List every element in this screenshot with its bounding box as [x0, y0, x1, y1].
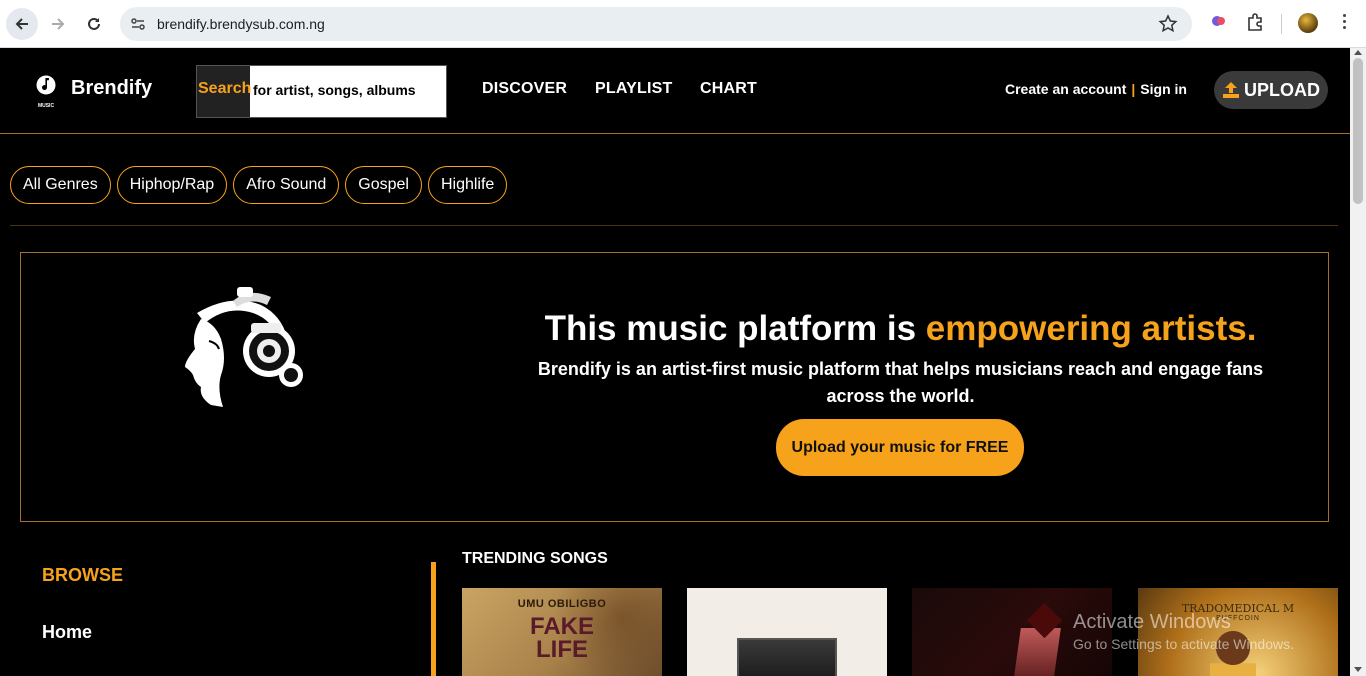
upload-button[interactable]: UPLOAD — [1214, 71, 1328, 109]
song-cover-photo — [737, 638, 837, 676]
profile-avatar[interactable] — [1298, 13, 1318, 33]
arrow-right-icon — [52, 18, 65, 30]
brand-name[interactable]: Brendify — [71, 77, 152, 100]
song-card[interactable] — [687, 588, 887, 676]
watermark-line2: Go to Settings to activate Windows. — [1073, 636, 1294, 652]
search-label: Search — [197, 66, 251, 117]
create-account-link[interactable]: Create an account — [1005, 81, 1126, 97]
windows-activation-watermark: Activate Windows Go to Settings to activ… — [1073, 611, 1294, 652]
scrollbar-thumb[interactable] — [1353, 58, 1363, 204]
genre-gospel[interactable]: Gospel — [345, 166, 422, 204]
site-header: MUSIC Brendify Search DISCOVER PLAYLIST … — [0, 48, 1350, 134]
hero-title-start: This music platform is — [544, 309, 926, 348]
hero-title-highlight: empowering artists. — [925, 309, 1257, 348]
genre-highlife[interactable]: Highlife — [427, 166, 508, 204]
menu-icon[interactable] — [1339, 14, 1349, 34]
back-button[interactable] — [6, 8, 38, 40]
site-settings-icon[interactable] — [129, 15, 147, 33]
search-input[interactable] — [253, 82, 443, 98]
logo-caption: MUSIC — [37, 103, 55, 109]
song-title-line1: FAKE — [529, 613, 594, 640]
logo-icon[interactable]: MUSIC — [36, 74, 56, 109]
upload-label: UPLOAD — [1244, 79, 1320, 100]
forward-button[interactable] — [42, 8, 74, 40]
extension-icon[interactable] — [1210, 12, 1228, 30]
url-text: brendify.brendysub.com.ng — [157, 16, 325, 32]
reload-icon — [88, 17, 100, 30]
puzzle-icon[interactable] — [1245, 12, 1265, 32]
browse-heading: BROWSE — [42, 565, 123, 585]
bookmark-star-icon[interactable] — [1158, 14, 1178, 34]
page-scrollbar[interactable] — [1350, 48, 1366, 676]
arrow-left-icon — [15, 18, 28, 30]
nav-chart[interactable]: CHART — [700, 80, 757, 98]
nav-playlist[interactable]: PLAYLIST — [595, 80, 672, 98]
browser-toolbar: brendify.brendysub.com.ng — [0, 0, 1366, 48]
sidebar-item-home[interactable]: Home — [42, 622, 92, 643]
reload-button[interactable] — [78, 8, 110, 40]
upload-free-button[interactable]: Upload your music for FREE — [776, 419, 1024, 476]
trending-heading: TRENDING SONGS — [462, 550, 608, 567]
song-card[interactable]: UMU OBILIGBO FAKE LIFE — [462, 588, 662, 676]
scroll-down-arrow[interactable] — [1354, 667, 1362, 672]
hero-description: Brendify is an artist-first music platfo… — [537, 359, 1264, 406]
account-separator: | — [1131, 81, 1136, 97]
toolbar-divider — [1281, 14, 1282, 34]
section-divider — [10, 225, 1338, 226]
hero-title: This music platform is empowering artist… — [471, 309, 1330, 349]
address-bar[interactable]: brendify.brendysub.com.ng — [120, 7, 1192, 41]
genre-afro-sound[interactable]: Afro Sound — [233, 166, 340, 204]
watermark-line1: Activate Windows — [1073, 611, 1231, 633]
sign-in-link[interactable]: Sign in — [1140, 81, 1187, 97]
genre-all[interactable]: All Genres — [10, 166, 111, 204]
song-cover-art — [1013, 628, 1061, 676]
genre-hiphop[interactable]: Hiphop/Rap — [116, 166, 228, 204]
genre-filter: All Genres Hiphop/Rap Afro Sound Gospel … — [10, 166, 508, 204]
nav-discover[interactable]: DISCOVER — [482, 80, 567, 98]
account-links: Create an account | Sign in — [1005, 81, 1187, 97]
song-title-line2: LIFE — [536, 636, 588, 663]
search-box: Search — [196, 65, 447, 118]
scroll-up-arrow[interactable] — [1354, 50, 1362, 55]
hero-banner: This music platform is empowering artist… — [20, 252, 1329, 522]
accent-bar — [431, 562, 436, 676]
upload-icon — [1223, 82, 1239, 98]
song-artist: UMU OBILIGBO — [517, 598, 607, 610]
headphones-woman-illustration — [185, 287, 303, 407]
page: MUSIC Brendify Search DISCOVER PLAYLIST … — [0, 48, 1350, 676]
